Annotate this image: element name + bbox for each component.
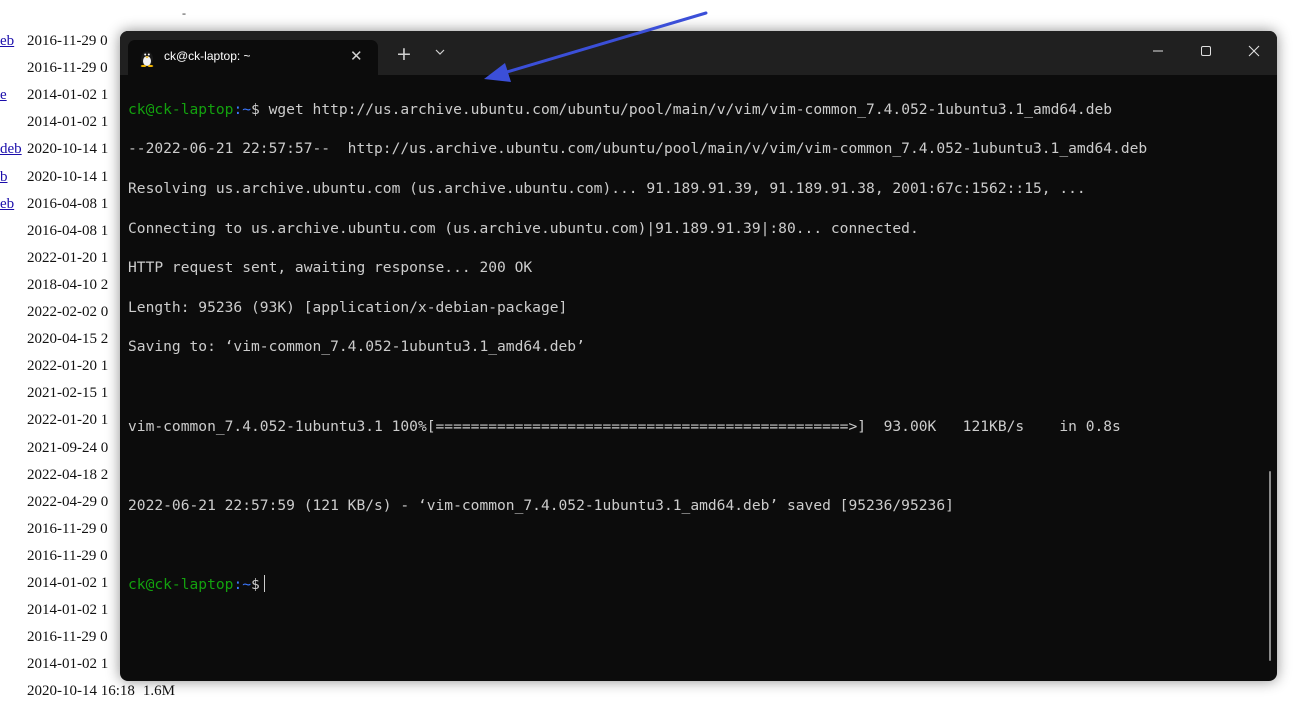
listing-date: 2022-04-29 0: [27, 494, 108, 511]
listing-date-text: 2016-11-29 0: [27, 547, 108, 564]
listing-date: 2016-04-08 1: [27, 223, 108, 240]
listing-date-text: 2022-02-02 0: [27, 304, 109, 320]
listing-date: 2016-11-29 0: [27, 521, 108, 538]
listing-file-link[interactable]: deb: [0, 141, 22, 158]
listing-date: 2014-01-02 1: [27, 656, 108, 673]
listing-date: 2016-11-29 0: [27, 60, 108, 77]
tab-title: ck@ck-laptop: ~: [164, 49, 251, 63]
listing-date: 2020-04-15 2: [27, 331, 108, 348]
terminal-output[interactable]: ck@ck-laptop:~$ wget http://us.archive.u…: [128, 80, 1263, 681]
listing-date-text: 2014-01-02 1: [27, 87, 109, 104]
listing-date-text: 2020-10-14 1: [27, 141, 109, 158]
prompt-path: :~: [233, 575, 252, 593]
minimize-icon[interactable]: [1143, 41, 1173, 61]
listing-date-text: 2022-01-20 1: [27, 358, 109, 375]
output-line-saving: Saving to: ‘vim-common_7.4.052-1ubuntu3.…: [128, 338, 585, 356]
listing-date: 2022-01-20 1: [27, 412, 108, 429]
listing-date: 2016-11-29 0: [27, 548, 108, 565]
listing-date: 2021-02-15 1: [27, 385, 108, 402]
text-cursor: [263, 574, 265, 592]
listing-date-text: 2016-11-29 0: [27, 520, 108, 537]
listing-date-text: 2022-04-29 0: [27, 493, 109, 510]
close-icon[interactable]: [1239, 41, 1269, 61]
listing-date-text: 2016-11-29 0: [27, 629, 108, 646]
output-line-resolving: Resolving us.archive.ubuntu.com (us.arch…: [128, 179, 1086, 197]
listing-date: 2014-01-02 1: [27, 87, 108, 104]
terminal-window[interactable]: ck@ck-laptop: ~ ✕ + ck@ck-laptop:~$ wget…: [120, 31, 1277, 681]
prompt-symbol: $: [251, 575, 260, 593]
output-line-timestamp: --2022-06-21 22:57:57-- http://us.archiv…: [128, 140, 1148, 158]
prompt-user: ck@ck-laptop: [128, 575, 234, 593]
listing-date: 2014-01-02 1: [27, 602, 108, 619]
listing-date: 2016-11-29 0: [27, 33, 108, 50]
listing-date-text: 2021-02-15 1: [27, 385, 109, 402]
wget-command: wget http://us.archive.ubuntu.com/ubuntu…: [259, 100, 1113, 118]
tab-close-icon[interactable]: ✕: [350, 47, 363, 65]
listing-date-text: 2018-04-10 2: [27, 276, 109, 293]
listing-file-link[interactable]: b: [0, 169, 8, 186]
prompt-user: ck@ck-laptop: [128, 100, 234, 118]
listing-date-text: 2021-09-24 0: [27, 439, 109, 456]
linux-penguin-icon: [140, 51, 154, 67]
listing-date-text: 2016-11-29 0: [27, 33, 108, 49]
maximize-icon[interactable]: [1191, 41, 1221, 61]
background-dash: -: [182, 6, 186, 20]
listing-date-text: 2014-01-02 1: [27, 575, 109, 591]
output-line-length: Length: 95236 (93K) [application/x-debia…: [128, 298, 568, 316]
listing-date: 2016-11-29 0: [27, 629, 108, 646]
listing-date: 2022-01-20 1: [27, 250, 108, 267]
prompt-symbol: $: [251, 100, 260, 118]
listing-date-text: 2014-01-02 1: [27, 602, 109, 619]
listing-date: 2022-04-18 2: [27, 467, 108, 484]
output-line-progress: vim-common_7.4.052-1ubuntu3.1 100%[=====…: [128, 417, 1121, 435]
listing-date: 2016-04-08 1: [27, 196, 108, 213]
listing-date-text: 2020-04-15 2: [27, 331, 109, 348]
listing-date: 2021-09-24 0: [27, 440, 108, 457]
listing-file-link[interactable]: e: [0, 87, 7, 104]
output-line-http: HTTP request sent, awaiting response... …: [128, 259, 533, 277]
listing-date-text: 2020-10-14 1: [27, 168, 109, 185]
listing-date: 2018-04-10 2: [27, 277, 108, 294]
chevron-down-icon[interactable]: [435, 47, 445, 57]
listing-file-link[interactable]: eb: [0, 196, 14, 213]
listing-date-text: 2022-01-20 1: [27, 249, 109, 266]
new-tab-button[interactable]: +: [396, 43, 412, 65]
listing-date-text: 2016-04-08 1: [27, 195, 109, 212]
title-bar[interactable]: ck@ck-laptop: ~ ✕ +: [120, 31, 1277, 75]
listing-row: 2020-10-14 16:18 1.6M: [0, 683, 200, 710]
listing-date-text: 2022-01-20 1: [27, 412, 109, 429]
listing-date: 2014-01-02 1: [27, 575, 108, 592]
listing-date: 2014-01-02 1: [27, 114, 108, 131]
listing-date-text: 2022-04-18 2: [27, 466, 109, 483]
listing-date-text: 2014-01-02 1: [27, 656, 109, 673]
listing-file-link[interactable]: eb: [0, 33, 14, 50]
output-line-connecting: Connecting to us.archive.ubuntu.com (us.…: [128, 219, 919, 237]
listing-date-text: 2016-04-08 1: [27, 222, 109, 239]
output-line-saved: 2022-06-21 22:57:59 (121 KB/s) - ‘vim-co…: [128, 496, 954, 514]
listing-date-text: 2020-10-14 16:18: [27, 683, 135, 700]
listing-date: 2020-10-14 1: [27, 141, 108, 158]
scrollbar[interactable]: [1269, 471, 1271, 661]
tab-terminal[interactable]: ck@ck-laptop: ~ ✕: [128, 40, 378, 75]
listing-date-text: 2016-11-29 0: [27, 60, 108, 77]
listing-date-text: 2014-01-02 1: [27, 114, 109, 131]
current-prompt-line[interactable]: ck@ck-laptop:~$: [128, 574, 1263, 595]
command-line: ck@ck-laptop:~$ wget http://us.archive.u…: [128, 100, 1263, 120]
listing-date: 2020-10-14 16:18 1.6M: [27, 683, 175, 700]
listing-size: 1.6M: [142, 683, 176, 700]
listing-date: 2022-02-02 0: [27, 304, 108, 321]
listing-date: 2020-10-14 1: [27, 169, 108, 186]
listing-date: 2022-01-20 1: [27, 358, 108, 375]
prompt-path: :~: [233, 100, 252, 118]
